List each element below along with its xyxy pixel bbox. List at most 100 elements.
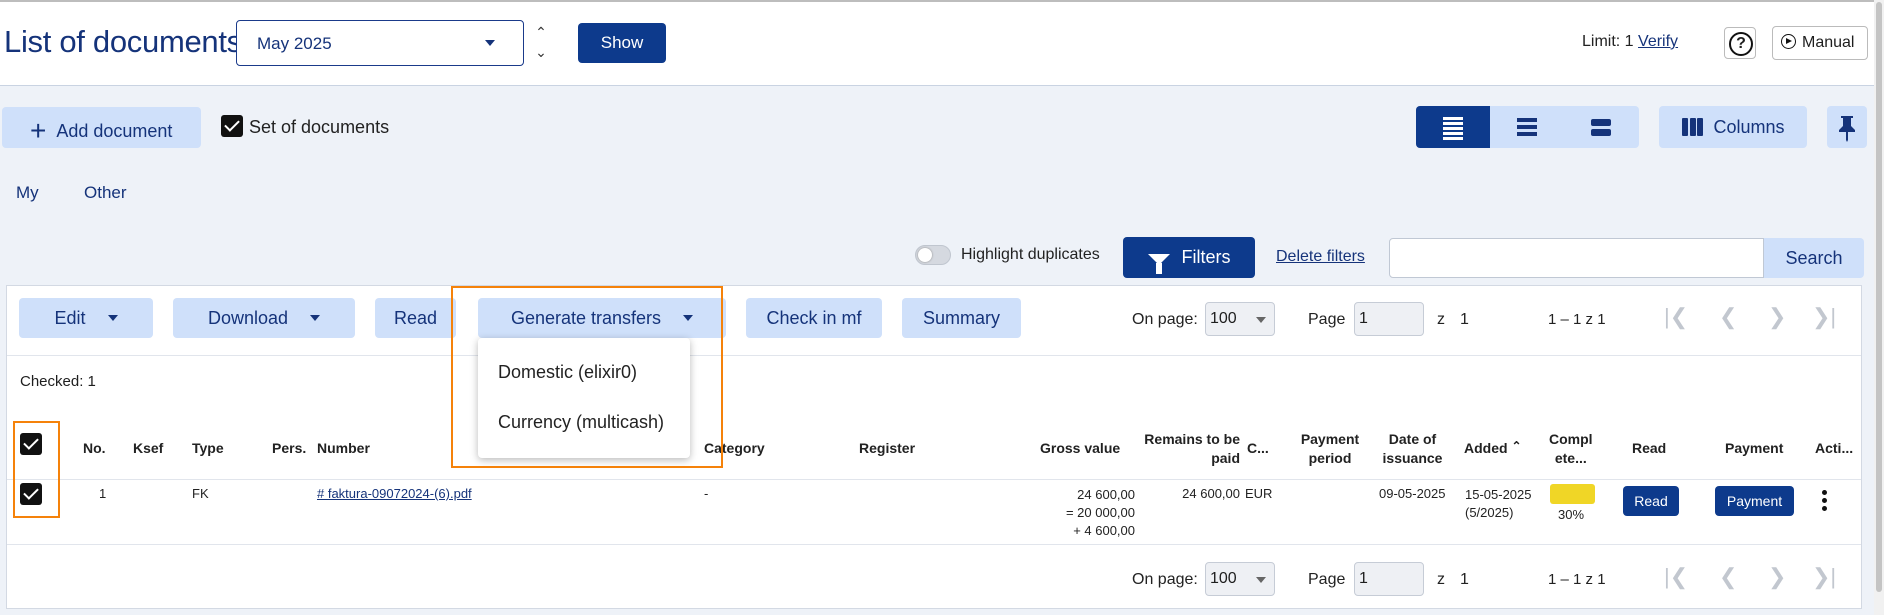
checked-count: Checked: 1 — [20, 373, 96, 390]
bottom-on-page-select[interactable]: 100 — [1205, 562, 1275, 596]
page-input[interactable]: 1 — [1354, 302, 1424, 336]
limit-info: Limit: 1 Verify — [1582, 33, 1678, 51]
col-payment-period[interactable]: Payment period — [1290, 430, 1370, 468]
col-no[interactable]: No. — [83, 440, 106, 456]
bottom-on-page-value: 100 — [1210, 570, 1237, 587]
first-page-icon[interactable]: |❮ — [1664, 304, 1688, 330]
row-currency: EUR — [1245, 486, 1273, 501]
col-remains[interactable]: Remains to be paid — [1140, 430, 1240, 468]
bottom-first-page-icon[interactable]: |❮ — [1664, 564, 1688, 590]
col-payment-period-line2: period — [1308, 450, 1352, 466]
chevron-up-icon[interactable]: ⌃ — [532, 22, 550, 42]
pin-icon — [1839, 116, 1855, 142]
tab-other[interactable]: Other — [84, 183, 127, 203]
col-number[interactable]: Number — [317, 440, 370, 456]
page-of-label: z — [1437, 311, 1445, 328]
col-remains-line2: paid — [1211, 450, 1240, 466]
more-vertical-icon[interactable] — [1822, 490, 1827, 514]
add-document-button[interactable]: + Add document — [2, 107, 201, 148]
page-scrollbar[interactable] — [1874, 0, 1884, 615]
limit-label: Limit: 1 — [1582, 33, 1634, 50]
manual-button[interactable]: Manual — [1772, 26, 1868, 60]
chevron-down-icon[interactable]: ⌄ — [532, 42, 550, 62]
edit-label: Edit — [54, 308, 86, 328]
view-normal-button[interactable] — [1490, 106, 1564, 148]
view-comfortable-button[interactable] — [1564, 106, 1638, 148]
page-title: List of documents — [4, 24, 242, 59]
col-payment-period-line1: Payment — [1300, 431, 1360, 447]
bottom-prev-page-icon[interactable]: ❮ — [1719, 564, 1737, 590]
bottom-page-label: Page — [1308, 571, 1346, 588]
show-button[interactable]: Show — [578, 23, 666, 63]
col-currency[interactable]: C... — [1247, 440, 1269, 456]
caret-down-icon — [485, 40, 495, 46]
plus-icon: + — [30, 115, 47, 146]
row-gross-vat: + 4 600,00 — [1073, 523, 1135, 538]
bottom-last-page-icon[interactable]: ❯| — [1812, 564, 1836, 590]
highlight-generate-transfers — [451, 286, 723, 468]
columns-label: Columns — [1713, 117, 1785, 137]
check-in-mf-button[interactable]: Check in mf — [746, 298, 882, 338]
highlight-duplicates-toggle[interactable] — [915, 245, 951, 265]
col-complete[interactable]: Compl ete... — [1549, 430, 1593, 468]
view-compact-button[interactable] — [1416, 106, 1490, 148]
col-added[interactable]: Added ⌃ — [1464, 439, 1522, 456]
col-payment[interactable]: Payment — [1725, 440, 1783, 456]
row-gross-value: 24 600,00 = 20 000,00 + 4 600,00 — [1000, 486, 1135, 540]
col-type[interactable]: Type — [192, 440, 224, 456]
delete-filters-link[interactable]: Delete filters — [1276, 248, 1365, 266]
row-added: 15-05-2025 (5/2025) — [1465, 486, 1532, 522]
edit-button[interactable]: Edit — [19, 298, 153, 338]
col-added-label: Added — [1464, 440, 1508, 456]
set-of-documents-label: Set of documents — [249, 117, 390, 137]
row-payment-button[interactable]: Payment — [1715, 486, 1794, 516]
search-button[interactable]: Search — [1764, 238, 1864, 278]
read-button[interactable]: Read — [375, 298, 456, 338]
set-of-documents-checkbox[interactable] — [221, 115, 243, 137]
bottom-page-input[interactable]: 1 — [1354, 562, 1424, 596]
col-date-issuance-line2: issuance — [1382, 450, 1443, 466]
on-page-select[interactable]: 100 — [1205, 302, 1275, 336]
header-divider — [7, 479, 1861, 480]
bottom-on-page-label: On page: — [1132, 571, 1198, 588]
col-read[interactable]: Read — [1632, 440, 1666, 456]
manual-label: Manual — [1802, 34, 1855, 51]
list-dense-icon — [1443, 117, 1463, 140]
col-complete-line1: Compl — [1549, 431, 1593, 447]
month-stepper[interactable]: ⌃ ⌄ — [532, 22, 550, 64]
next-page-icon[interactable]: ❯ — [1768, 304, 1786, 330]
col-gross-value[interactable]: Gross value — [1040, 440, 1120, 456]
filter-icon — [1147, 254, 1170, 274]
completion-bar — [1550, 484, 1595, 504]
row-divider — [7, 544, 1861, 545]
row-read-button[interactable]: Read — [1623, 486, 1679, 516]
download-label: Download — [207, 308, 289, 328]
filters-button[interactable]: Filters — [1123, 237, 1255, 278]
columns-button[interactable]: Columns — [1659, 106, 1807, 148]
pin-button[interactable] — [1827, 106, 1867, 148]
prev-page-icon[interactable]: ❮ — [1719, 304, 1737, 330]
last-page-icon[interactable]: ❯| — [1812, 304, 1836, 330]
download-button[interactable]: Download — [173, 298, 355, 338]
month-select-value: May 2025 — [257, 34, 332, 53]
search-input[interactable] — [1389, 238, 1764, 278]
help-button[interactable]: ? — [1724, 27, 1756, 59]
row-added-period: (5/2025) — [1465, 505, 1514, 520]
col-date-issuance[interactable]: Date of issuance — [1375, 430, 1450, 468]
col-actions[interactable]: Acti... — [1815, 440, 1853, 456]
bottom-next-page-icon[interactable]: ❯ — [1768, 564, 1786, 590]
month-select[interactable]: May 2025 — [236, 20, 524, 66]
col-ksef[interactable]: Ksef — [133, 440, 163, 456]
columns-icon — [1681, 109, 1705, 136]
on-page-value: 100 — [1210, 310, 1237, 327]
col-register[interactable]: Register — [859, 440, 915, 456]
completion-label: 30% — [1558, 507, 1585, 522]
col-pers[interactable]: Pers. — [272, 440, 306, 456]
verify-link[interactable]: Verify — [1638, 33, 1678, 50]
col-complete-line2: ete... — [1554, 450, 1587, 466]
tab-my[interactable]: My — [16, 183, 39, 203]
help-icon: ? — [1729, 32, 1753, 56]
row-number-link[interactable]: # faktura-09072024-(6).pdf — [317, 486, 472, 501]
summary-button[interactable]: Summary — [902, 298, 1021, 338]
bottom-page-of-label: z — [1437, 571, 1445, 588]
